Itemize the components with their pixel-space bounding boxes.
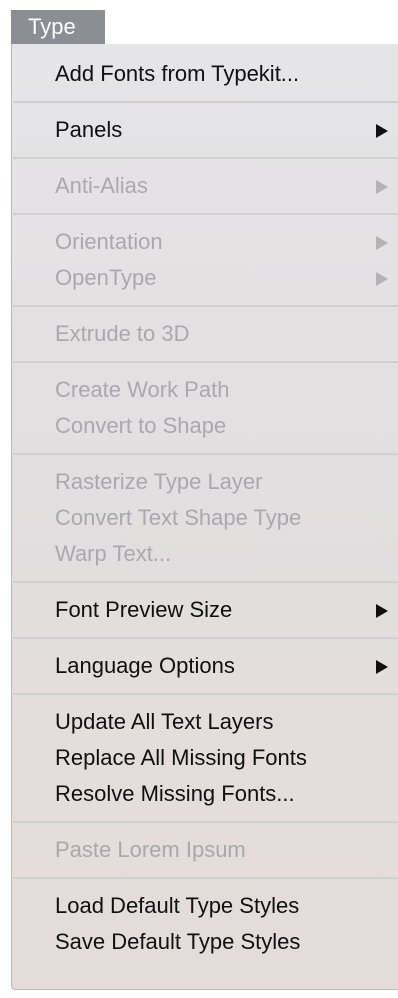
submenu-arrow-icon (376, 604, 388, 618)
menu-item-label: Orientation (55, 229, 163, 254)
menu-item-label: Load Default Type Styles (55, 893, 300, 918)
menu-item-label: Font Preview Size (55, 597, 233, 622)
menu-item-font-preview-size[interactable]: Font Preview Size (55, 592, 398, 628)
menu-item-update-all-text-layers[interactable]: Update All Text Layers (55, 704, 398, 740)
submenu-arrow-icon (376, 236, 388, 250)
menu-item-rasterize-type-layer: Rasterize Type Layer (55, 464, 398, 500)
menu-item-label: Rasterize Type Layer (55, 469, 263, 494)
menu-item-label: Resolve Missing Fonts... (55, 781, 295, 806)
menu-item-anti-alias: Anti-Alias (55, 168, 398, 204)
menu-separator (13, 157, 398, 159)
menu-item-label: Convert Text Shape Type (55, 505, 302, 530)
menu-item-label: Add Fonts from Typekit... (55, 61, 300, 86)
menu-item-create-work-path: Create Work Path (55, 372, 398, 408)
menu-separator (13, 361, 398, 363)
menu-item-convert-to-shape: Convert to Shape (55, 408, 398, 444)
menu-separator (13, 581, 398, 583)
menu-item-label: Language Options (55, 653, 235, 678)
menu-separator (13, 637, 398, 639)
menu-item-label: Warp Text... (55, 541, 172, 566)
submenu-arrow-icon (376, 124, 388, 138)
menu-item-label: Update All Text Layers (55, 709, 274, 734)
menu-item-label: Save Default Type Styles (55, 929, 301, 954)
menu-separator (13, 693, 398, 695)
menu-item-replace-all-missing-fonts[interactable]: Replace All Missing Fonts (55, 740, 398, 776)
menu-item-save-default-type-styles[interactable]: Save Default Type Styles (55, 924, 398, 960)
menu-item-label: Paste Lorem Ipsum (55, 837, 246, 862)
menu-item-add-fonts-from-typekit[interactable]: Add Fonts from Typekit... (55, 56, 398, 92)
menu-separator (13, 305, 398, 307)
menu-item-resolve-missing-fonts[interactable]: Resolve Missing Fonts... (55, 776, 398, 812)
menu-title-type[interactable]: Type (11, 10, 105, 44)
submenu-arrow-icon (376, 660, 388, 674)
menu-separator (13, 877, 398, 879)
submenu-arrow-icon (376, 180, 388, 194)
menu-item-label: Panels (55, 117, 123, 142)
menu-item-orientation: Orientation (55, 224, 398, 260)
menu-item-language-options[interactable]: Language Options (55, 648, 398, 684)
menu-item-paste-lorem-ipsum: Paste Lorem Ipsum (55, 832, 398, 868)
menu-separator (13, 213, 398, 215)
type-menu-dropdown: Add Fonts from Typekit... Panels Anti-Al… (11, 44, 398, 990)
menu-item-label: Extrude to 3D (55, 321, 190, 346)
menu-separator (13, 821, 398, 823)
menu-item-label: OpenType (55, 265, 157, 290)
menu-item-label: Replace All Missing Fonts (55, 745, 307, 770)
menu-item-label: Create Work Path (55, 377, 230, 402)
menu-item-opentype: OpenType (55, 260, 398, 296)
menu-separator (13, 101, 398, 103)
menu-item-extrude-to-3d: Extrude to 3D (55, 316, 398, 352)
menu-item-panels[interactable]: Panels (55, 112, 398, 148)
menu-item-label: Convert to Shape (55, 413, 227, 438)
menu-separator (13, 453, 398, 455)
menu-item-label: Anti-Alias (55, 173, 148, 198)
menu-item-warp-text: Warp Text... (55, 536, 398, 572)
menu-item-load-default-type-styles[interactable]: Load Default Type Styles (55, 888, 398, 924)
menu-item-convert-text-shape-type: Convert Text Shape Type (55, 500, 398, 536)
submenu-arrow-icon (376, 272, 388, 286)
